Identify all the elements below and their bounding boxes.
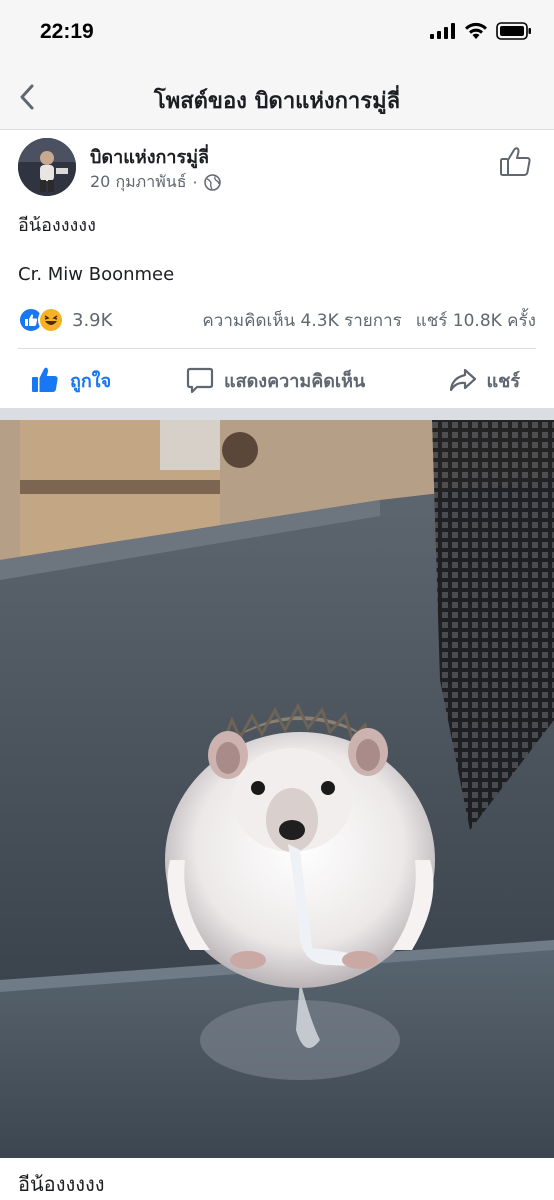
action-bar: ถูกใจ แสดงความคิดเห็น แชร์ bbox=[0, 352, 554, 408]
status-bar: 22:19 bbox=[0, 0, 554, 66]
thumbs-up-icon bbox=[32, 367, 58, 392]
wifi-icon bbox=[465, 22, 487, 39]
share-button[interactable]: แชร์ bbox=[449, 366, 521, 395]
haha-reaction-icon bbox=[38, 307, 64, 333]
shares-count[interactable]: แชร์ 10.8K ครั้ง bbox=[416, 307, 536, 334]
like-page-button[interactable] bbox=[498, 144, 534, 180]
divider bbox=[18, 348, 536, 349]
status-icons bbox=[430, 22, 532, 40]
avatar[interactable] bbox=[18, 138, 76, 196]
author-name[interactable]: บิดาแห่งการมู่ลี่ bbox=[90, 142, 209, 171]
share-label: แชร์ bbox=[486, 370, 521, 392]
reactions-count[interactable]: 3.9K bbox=[72, 310, 112, 331]
post-header: บิดาแห่งการมู่ลี่ 20 กุมภาพันธ์ · bbox=[0, 130, 554, 200]
globe-icon bbox=[203, 174, 221, 191]
nav-bar: โพสต์ของ บิดาแห่งการมู่ลี่ bbox=[0, 66, 554, 130]
post-meta: 20 กุมภาพันธ์ · bbox=[90, 170, 221, 195]
comment-icon bbox=[186, 367, 214, 394]
post-date[interactable]: 20 กุมภาพันธ์ bbox=[90, 170, 186, 195]
status-time: 22:19 bbox=[40, 20, 94, 43]
battery-icon bbox=[496, 22, 531, 40]
comment-button[interactable]: แสดงความคิดเห็น bbox=[186, 366, 365, 395]
post-text-line2: Cr. Miw Boonmee bbox=[18, 264, 175, 285]
page-title: โพสต์ของ บิดาแห่งการมู่ลี่ bbox=[153, 89, 401, 114]
comment-label: แสดงความคิดเห็น bbox=[224, 370, 366, 392]
post-text-line1: อีน้องงงงง bbox=[18, 215, 96, 236]
comments-count[interactable]: ความคิดเห็น 4.3K รายการ bbox=[202, 307, 401, 334]
stats-right: ความคิดเห็น 4.3K รายการ แชร์ 10.8K ครั้ง bbox=[202, 307, 536, 334]
share-arrow-icon bbox=[449, 368, 476, 392]
post-photo[interactable] bbox=[0, 420, 554, 1158]
photo-caption: อีน้องงงงง bbox=[18, 1172, 105, 1196]
reaction-icons[interactable] bbox=[18, 307, 66, 333]
thumbs-up-outline-icon bbox=[500, 147, 531, 176]
meta-separator: · bbox=[192, 173, 198, 192]
like-button[interactable]: ถูกใจ bbox=[30, 365, 111, 395]
like-label: ถูกใจ bbox=[70, 370, 112, 392]
stats-row: 3.9K ความคิดเห็น 4.3K รายการ แชร์ 10.8K … bbox=[18, 302, 536, 338]
section-separator bbox=[0, 408, 554, 420]
signal-icon bbox=[430, 23, 455, 39]
